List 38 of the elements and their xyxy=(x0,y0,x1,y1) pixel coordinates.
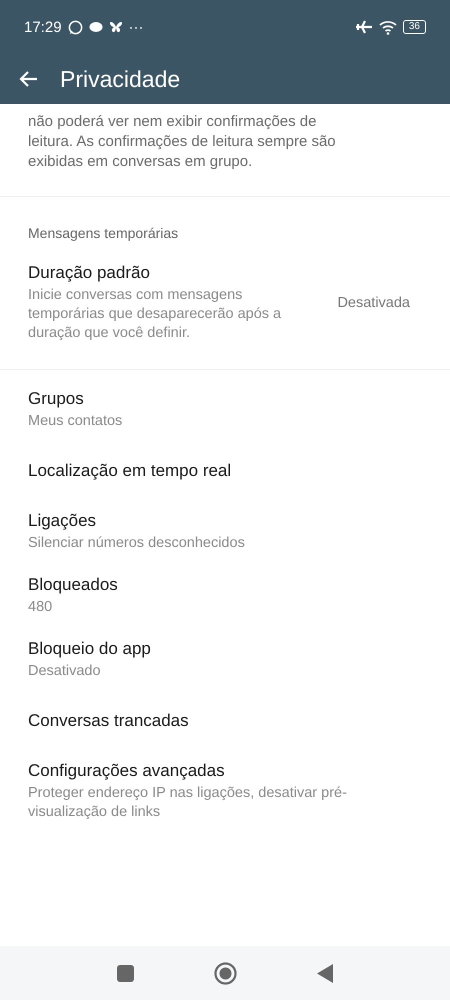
back-arrow-icon[interactable] xyxy=(18,70,38,88)
settings-item[interactable]: Ligações Silenciar números desconhecidos xyxy=(0,500,450,564)
message-icon xyxy=(88,20,103,34)
item-subtitle: 480 xyxy=(28,598,54,617)
more-notifications: ··· xyxy=(128,18,144,36)
clock: 17:29 xyxy=(24,18,62,36)
settings-item[interactable]: Conversas trancadas xyxy=(0,692,450,750)
home-button-icon[interactable] xyxy=(214,962,237,984)
airplane-icon xyxy=(354,19,373,35)
item-subtitle: Proteger endereço IP nas ligações, desativar pré-visualização de links xyxy=(28,784,348,822)
item-title: Localização em tempo real xyxy=(28,461,232,481)
item-title: Duração padrão xyxy=(28,263,151,283)
section-heading: Mensagens temporárias xyxy=(27,224,180,243)
settings-item[interactable]: Configurações avançadas Proteger endereço IP nas ligações, desativar pré-visualização de links xyxy=(0,750,450,833)
back-button-icon[interactable] xyxy=(317,964,333,982)
butterfly-icon xyxy=(108,21,123,33)
settings-item[interactable]: Grupos Meus contatos xyxy=(0,378,450,442)
settings-item[interactable]: Bloqueio do app Desativado xyxy=(0,628,450,692)
settings-item[interactable]: Duração padrão Inicie conversas com mensagens temporárias que desaparecerão após a duração que você definir. Desativada xyxy=(0,251,450,369)
item-title: Ligações xyxy=(28,511,98,531)
battery-level: 36 xyxy=(402,20,426,34)
wifi-icon xyxy=(378,20,397,34)
page-title: Privacidade xyxy=(60,66,180,92)
item-title: Configurações avançadas xyxy=(28,761,226,781)
settings-item[interactable]: Bloqueados 480 xyxy=(0,564,450,628)
recents-button-icon[interactable] xyxy=(117,964,134,982)
item-subtitle: Meus contatos xyxy=(28,412,124,431)
item-title: Grupos xyxy=(28,389,85,409)
description-text: não poderá ver nem exibir confirmações de leitura. As confirmações de leitura sempre são exibidas em conversas em grupo. xyxy=(27,112,337,172)
chat-bubble-icon xyxy=(68,20,83,34)
item-title: Conversas trancadas xyxy=(28,711,190,731)
settings-item[interactable]: Localização em tempo real xyxy=(0,442,450,500)
item-subtitle: Silenciar números desconhecidos xyxy=(28,534,246,553)
item-subtitle: Inicie conversas com mensagens temporárias que desaparecerão após a duração que você definir. xyxy=(28,286,282,343)
item-title: Bloqueio do app xyxy=(28,639,152,659)
item-value: Desativada xyxy=(337,295,411,311)
item-title: Bloqueados xyxy=(28,575,119,595)
item-subtitle: Desativado xyxy=(28,662,102,681)
